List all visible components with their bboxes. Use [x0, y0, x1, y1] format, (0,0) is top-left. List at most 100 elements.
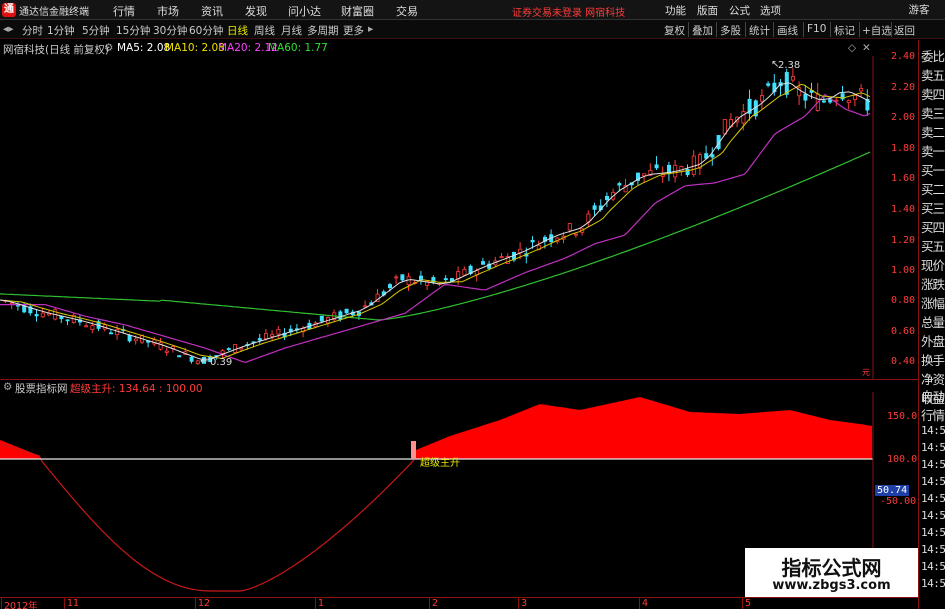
panel-label[interactable]: 买一 — [921, 160, 945, 179]
layout-button[interactable]: 版面 — [697, 3, 718, 18]
candle-up — [276, 328, 281, 335]
menu-discover[interactable]: 发现 — [245, 3, 267, 19]
panel-label[interactable]: 买二 — [921, 179, 945, 198]
panel-label[interactable]: 委比 — [921, 46, 945, 65]
candle-down — [319, 315, 324, 322]
candlestick-series — [3, 67, 870, 365]
indicator-area — [0, 397, 872, 459]
price-tick: 1.00 — [891, 265, 916, 276]
add-favorite-button[interactable]: +自选 — [862, 23, 892, 38]
candle-down — [34, 314, 39, 317]
trade-time: 14:50 — [921, 526, 945, 539]
menu-market-quotes[interactable]: 行情 — [113, 3, 135, 19]
panel-label[interactable]: 涨跌 — [921, 274, 945, 293]
period-1min[interactable]: 1分钟 — [47, 23, 75, 38]
settings-icon[interactable]: ⚙ — [104, 42, 113, 54]
period-intraday[interactable]: 分时 — [22, 23, 43, 38]
statistics-button[interactable]: 统计 — [749, 23, 770, 38]
ma60-line — [0, 151, 871, 321]
axis-unit-label: 元 — [862, 368, 870, 377]
panel-label[interactable]: 卖四 — [921, 84, 945, 103]
candle-down — [257, 338, 262, 341]
trade-time: 14:50 — [921, 577, 945, 590]
panel-label[interactable]: 买三 — [921, 198, 945, 217]
main-price-chart[interactable] — [0, 56, 918, 379]
multi-stock-button[interactable]: 多股 — [720, 23, 741, 38]
period-60min[interactable]: 60分钟 — [189, 23, 223, 38]
candle-down — [710, 154, 715, 158]
price-tick: 1.80 — [891, 143, 916, 154]
period-weekly[interactable]: 周线 — [254, 23, 275, 38]
candle-down — [127, 335, 132, 342]
panel-label[interactable]: 现价 — [921, 255, 945, 274]
trade-login-status: 证券交易未登录 网宿科技 — [512, 8, 626, 19]
menu-ask[interactable]: 问小达 — [288, 3, 321, 19]
menu-trade[interactable]: 交易 — [396, 3, 418, 19]
period-30min[interactable]: 30分钟 — [153, 23, 187, 38]
panel-label[interactable]: 外盘 — [921, 331, 945, 350]
period-monthly[interactable]: 月线 — [281, 23, 302, 38]
panel-label[interactable]: 卖三 — [921, 103, 945, 122]
close-icon[interactable]: ✕ — [862, 42, 871, 54]
panel-label[interactable]: 总量 — [921, 312, 945, 331]
candle-down — [654, 164, 659, 169]
candle-down — [226, 348, 231, 350]
candle-up — [195, 360, 200, 364]
panel-label[interactable]: 卖一 — [921, 141, 945, 160]
mark-button[interactable]: 标记 — [834, 23, 855, 38]
candle-down — [338, 311, 343, 320]
quote-side-panel: 委比 卖五 卖四 卖三 卖二 卖一 买一 买二 买三 买四 买五 现价 涨跌 涨… — [918, 40, 945, 609]
candle-down — [344, 308, 349, 314]
period-daily[interactable]: 日线 — [227, 23, 248, 38]
guest-button[interactable]: 游客 — [895, 2, 943, 18]
stock-label[interactable]: 网宿科技(日线 前复权) — [3, 42, 109, 57]
panel-label[interactable]: 涨幅 — [921, 293, 945, 312]
options-button[interactable]: 选项 — [760, 3, 781, 18]
panel-label[interactable]: 换手 — [921, 350, 945, 369]
draw-line-button[interactable]: 画线 — [777, 23, 798, 38]
back-button[interactable]: 返回 — [894, 23, 915, 38]
panel-label[interactable]: 卖五 — [921, 65, 945, 84]
separator — [803, 22, 804, 37]
price-tick: 2.00 — [891, 112, 916, 123]
panel-label[interactable]: 买五 — [921, 236, 945, 255]
price-tick: 0.40 — [891, 356, 916, 367]
sort-icon[interactable]: ◇ — [848, 42, 856, 54]
candle-up — [846, 100, 851, 103]
panel-label[interactable]: 买四 — [921, 217, 945, 236]
candle-down — [803, 93, 808, 101]
f10-button[interactable]: F10 — [807, 23, 826, 35]
high-arrow-icon: ↖ — [771, 59, 780, 70]
panel-label-quotes[interactable]: 行情 — [921, 405, 945, 424]
formula-button[interactable]: 公式 — [729, 3, 750, 18]
candle-up — [567, 223, 572, 231]
period-5min[interactable]: 5分钟 — [82, 23, 110, 38]
candle-up — [394, 276, 399, 279]
candle-up — [462, 269, 467, 276]
panel-label-auto[interactable]: 自动 — [921, 386, 945, 405]
current-value-badge: 50.74 — [875, 485, 910, 496]
period-more[interactable]: 更多 — [343, 23, 364, 38]
candle-up — [263, 333, 268, 340]
candle-up — [642, 173, 647, 177]
menu-news[interactable]: 资讯 — [201, 3, 223, 19]
panel-label[interactable]: 卖二 — [921, 122, 945, 141]
candle-up — [791, 76, 796, 81]
candle-up — [853, 95, 858, 100]
period-multi[interactable]: 多周期 — [307, 23, 339, 38]
trade-time: 14:50 — [921, 475, 945, 488]
overlay-button[interactable]: 叠加 — [692, 23, 713, 38]
menu-market[interactable]: 市场 — [157, 3, 179, 19]
trade-time: 14:50 — [921, 492, 945, 505]
period-15min[interactable]: 15分钟 — [116, 23, 150, 38]
more-arrow-icon[interactable]: ▸ — [368, 23, 373, 35]
candle-down — [617, 183, 622, 186]
separator — [830, 22, 831, 37]
nav-back-icon[interactable]: ◂▸ — [3, 23, 14, 35]
candle-up — [499, 256, 504, 258]
function-button[interactable]: 功能 — [665, 3, 686, 18]
period-toolbar: ◂▸ 分时 1分钟 5分钟 15分钟 30分钟 60分钟 日线 周线 月线 多周… — [0, 20, 945, 39]
adjust-button[interactable]: 复权 — [664, 23, 685, 38]
watermark-title: 指标公式网 — [781, 556, 882, 580]
menu-wealth[interactable]: 财富圈 — [341, 3, 374, 19]
